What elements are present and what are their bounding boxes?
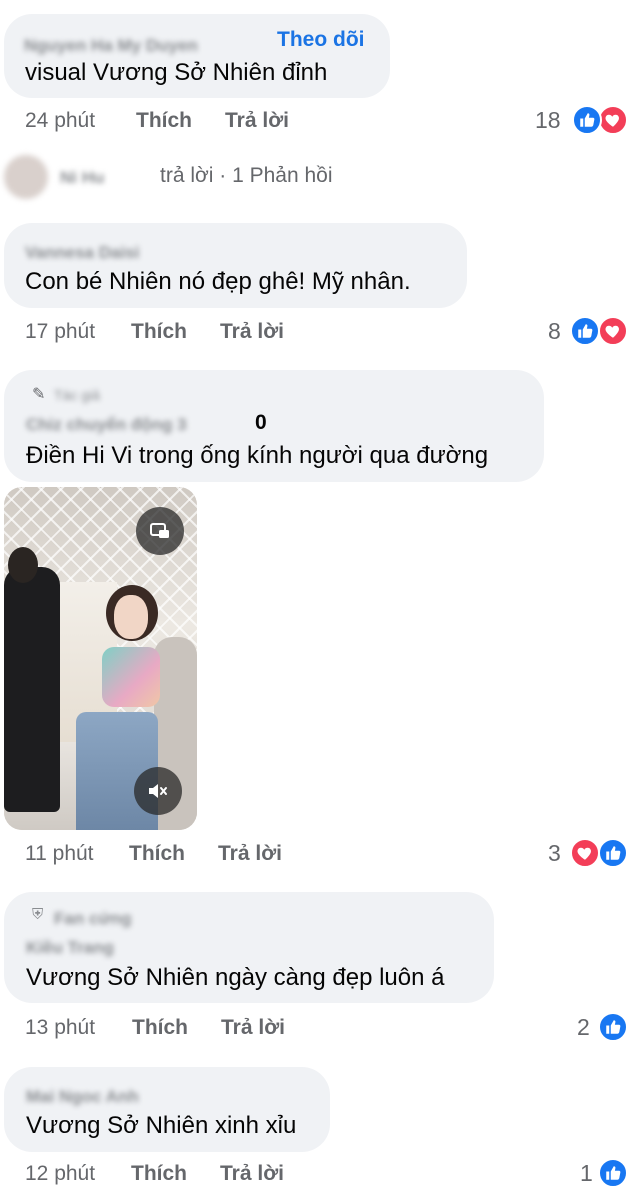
fan-badge-icon: ⛨ [32, 906, 44, 923]
comment-bubble: ✎ Tác giả Chiz chuyển động 3 0 Điền Hi V… [4, 370, 544, 482]
comment-author-suffix: 0 [255, 411, 267, 434]
view-replies-link[interactable]: trả lời · 1 Phản hồi [160, 164, 333, 188]
author-badge-icon: ✎ [32, 386, 46, 403]
reply-action[interactable]: Trả lời [225, 109, 289, 133]
mute-button[interactable] [134, 767, 182, 815]
comment-author[interactable]: Kiều Trang [26, 938, 114, 958]
video-attachment[interactable] [4, 487, 197, 830]
reaction-count[interactable]: 2 [577, 1014, 590, 1041]
comment-text: Vương Sở Nhiên xinh xỉu [26, 1112, 297, 1139]
comment-time[interactable]: 12 phút [25, 1162, 95, 1186]
reply-action[interactable]: Trả lời [220, 1162, 284, 1186]
comment-author[interactable]: Mai Ngoc Anh [26, 1087, 139, 1107]
comment-bubble: Vannesa Daisi Con bé Nhiên nó đẹp ghê! M… [4, 223, 467, 308]
reaction-count[interactable]: 18 [535, 107, 561, 134]
like-icon [598, 1012, 628, 1042]
follow-button[interactable]: Theo dõi [277, 28, 365, 52]
comment-bubble: Mai Ngoc Anh Vương Sở Nhiên xinh xỉu [4, 1067, 330, 1152]
reply-author-name[interactable]: Ni Hu [60, 168, 104, 188]
comment-text: visual Vương Sở Nhiên đỉnh [25, 59, 328, 86]
like-action[interactable]: Thích [136, 109, 192, 133]
video-person-main-face [114, 595, 148, 639]
reply-action[interactable]: Trả lời [218, 842, 282, 866]
comment-text: Con bé Nhiên nó đẹp ghê! Mỹ nhân. [25, 268, 411, 295]
fan-badge: Fan cứng [54, 909, 132, 928]
avatar[interactable] [4, 155, 48, 199]
picture-in-picture-button[interactable] [136, 507, 184, 555]
reply-action[interactable]: Trả lời [220, 320, 284, 344]
reaction-count[interactable]: 1 [580, 1160, 593, 1187]
comment-bubble: ⛨ Fan cứng Kiều Trang Vương Sở Nhiên ngà… [4, 892, 494, 1003]
reaction-count[interactable]: 3 [548, 840, 561, 867]
comment-time[interactable]: 11 phút [25, 842, 94, 866]
like-icon [598, 1158, 628, 1188]
reply-action[interactable]: Trả lời [221, 1016, 285, 1040]
love-icon [598, 105, 628, 135]
comment-author[interactable]: Vannesa Daisi [25, 243, 139, 263]
video-person-left [4, 567, 60, 812]
reaction-count[interactable]: 8 [548, 318, 561, 345]
comment-author[interactable]: Chiz chuyển động 3 [26, 415, 187, 435]
comment-time[interactable]: 13 phút [25, 1016, 95, 1040]
love-icon [598, 316, 628, 346]
like-action[interactable]: Thích [131, 1162, 187, 1186]
comment-author[interactable]: Nguyen Ha My Duyen [24, 36, 198, 56]
comment-time[interactable]: 17 phút [25, 320, 95, 344]
like-action[interactable]: Thích [129, 842, 185, 866]
like-icon [572, 105, 602, 135]
love-icon [570, 838, 600, 868]
like-action[interactable]: Thích [131, 320, 187, 344]
comment-text: Điền Hi Vi trong ống kính người qua đườn… [26, 442, 489, 469]
like-action[interactable]: Thích [132, 1016, 188, 1040]
video-person-main-top [102, 647, 160, 707]
like-icon [570, 316, 600, 346]
video-person-left-head [8, 547, 38, 583]
comment-bubble: Nguyen Ha My Duyen Theo dõi visual Vương… [4, 14, 390, 98]
comment-text: Vương Sở Nhiên ngày càng đẹp luôn á [26, 964, 445, 991]
author-badge: Tác giả [54, 387, 100, 403]
comment-time[interactable]: 24 phút [25, 109, 95, 133]
like-icon [598, 838, 628, 868]
